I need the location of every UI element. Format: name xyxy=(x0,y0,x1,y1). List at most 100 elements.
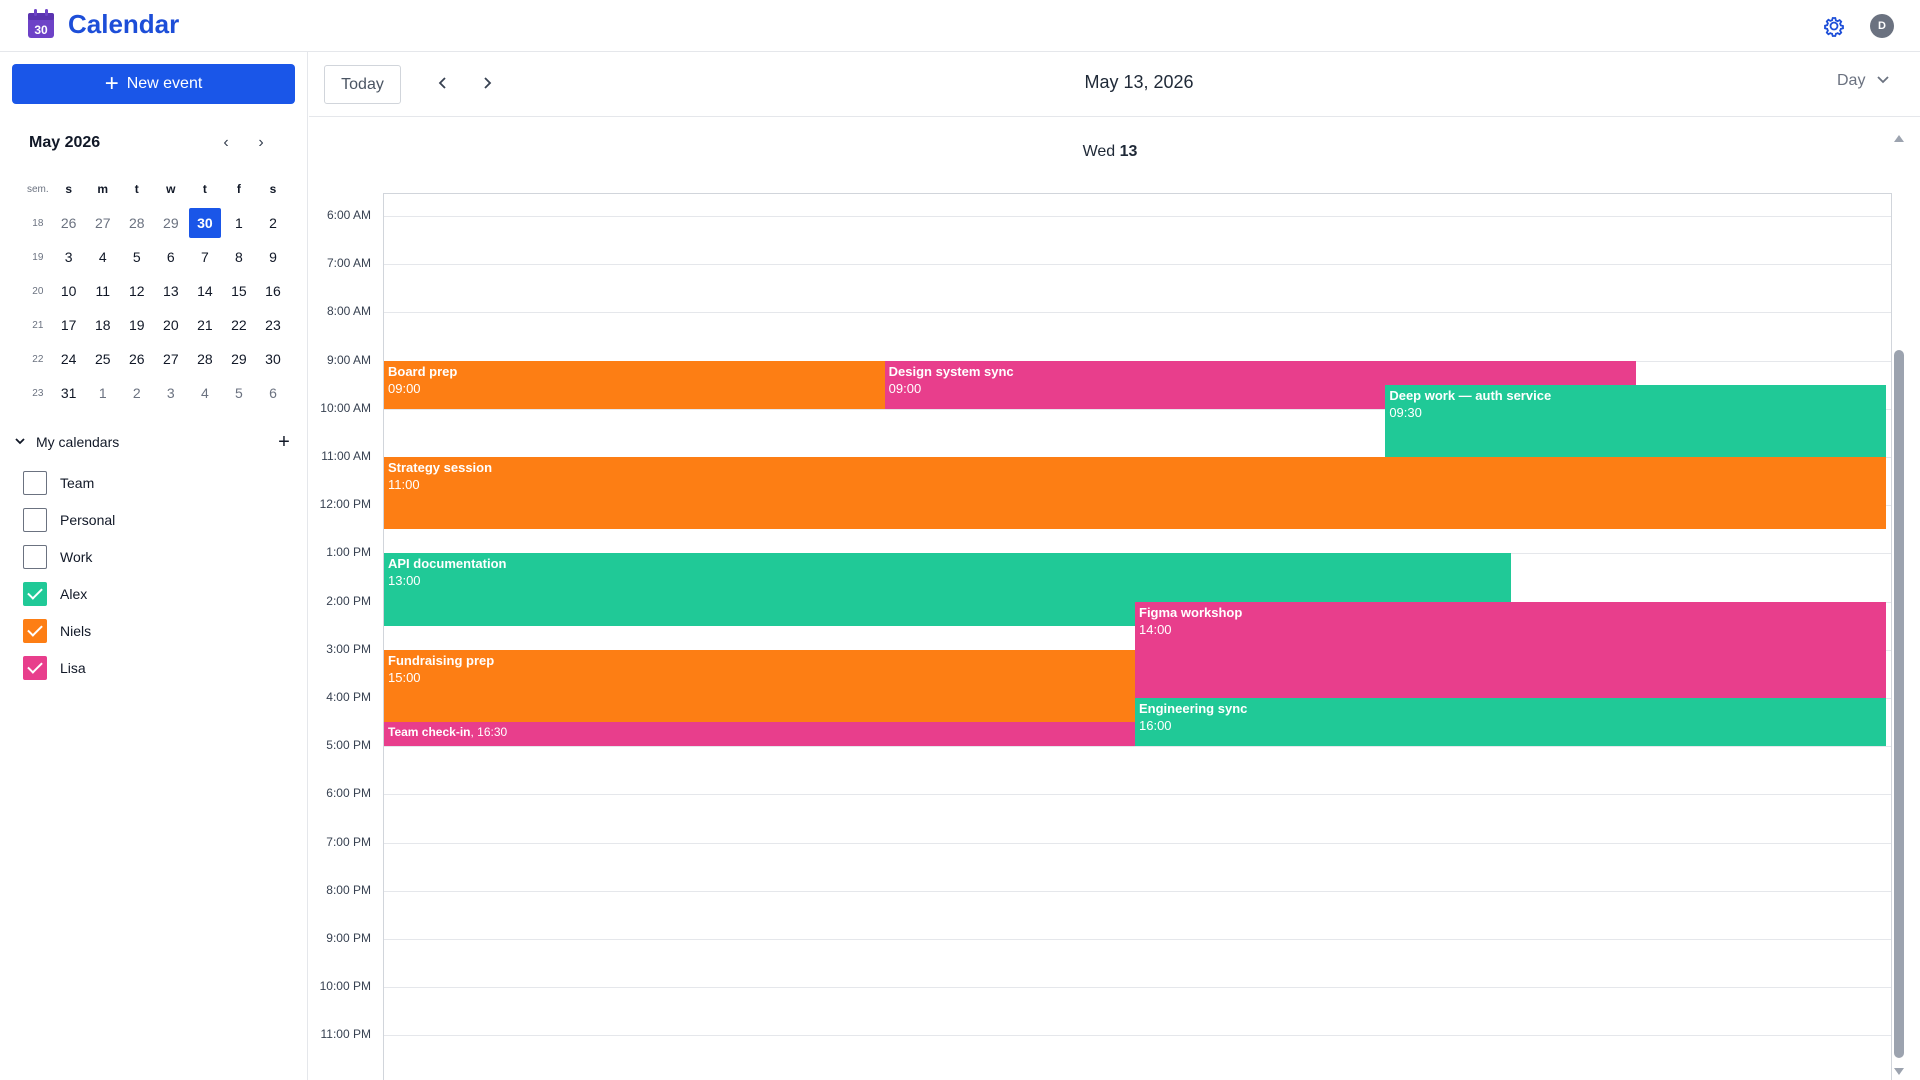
calendar-item-lisa[interactable]: Lisa xyxy=(14,649,294,686)
mini-calendar-day[interactable]: 5 xyxy=(120,240,154,274)
mini-calendar-next-icon[interactable]: › xyxy=(251,134,271,154)
mini-calendar-day[interactable]: 24 xyxy=(52,342,86,376)
mini-calendar-day[interactable]: 3 xyxy=(52,240,86,274)
mini-calendar-day[interactable]: 4 xyxy=(86,240,120,274)
calendar-checkbox[interactable] xyxy=(23,544,47,569)
mini-calendar-day[interactable]: 30 xyxy=(256,342,290,376)
calendar-item-work[interactable]: Work xyxy=(14,538,294,575)
calendar-checkbox[interactable] xyxy=(23,655,47,680)
mini-calendar-day[interactable]: 21 xyxy=(188,308,222,342)
mini-calendar-day[interactable]: 26 xyxy=(120,342,154,376)
week-number: 18 xyxy=(32,217,44,229)
event-block[interactable]: Figma workshop 14:00 xyxy=(1135,601,1886,698)
calendar-item-niels[interactable]: Niels xyxy=(14,612,294,649)
mini-calendar-day[interactable]: 6 xyxy=(256,376,290,410)
time-label: 7:00 PM xyxy=(326,834,371,849)
event-block[interactable]: Board prep 09:00 xyxy=(384,360,885,409)
event-block[interactable]: Fundraising prep 15:00 xyxy=(384,649,1135,723)
calendar-item-alex[interactable]: Alex xyxy=(14,575,294,612)
time-label: 6:00 AM xyxy=(326,208,371,222)
event-time: 09:00 xyxy=(388,380,421,396)
mini-calendar-day[interactable]: 19 xyxy=(120,308,154,342)
weekday-header: t xyxy=(134,182,139,196)
mini-calendar-day[interactable]: 4 xyxy=(188,376,222,410)
event-time: 11:00 xyxy=(388,477,420,492)
mini-calendar-day[interactable]: 22 xyxy=(222,308,256,342)
mini-calendar-day[interactable]: 16 xyxy=(256,274,290,308)
mini-calendar-day[interactable]: 9 xyxy=(256,240,290,274)
calendar-checkbox[interactable] xyxy=(23,470,47,495)
scrollbar-thumb[interactable] xyxy=(1894,350,1904,1058)
mini-calendar-day[interactable]: 11 xyxy=(86,274,120,308)
time-label: 7:00 AM xyxy=(326,256,371,271)
calendar-item-team[interactable]: Team xyxy=(14,464,294,501)
mini-calendar-day[interactable]: 12 xyxy=(120,274,154,308)
mini-calendar-day[interactable]: 7 xyxy=(188,240,222,274)
mini-calendar-day[interactable]: 8 xyxy=(222,240,256,274)
mini-calendar-day[interactable]: 15 xyxy=(222,274,256,308)
mini-calendar-day[interactable]: 2 xyxy=(256,206,290,240)
mini-calendar-day[interactable]: 6 xyxy=(154,240,188,274)
today-button[interactable]: Today xyxy=(324,65,401,104)
calendar-checkbox[interactable] xyxy=(23,581,47,606)
scroll-up-icon[interactable] xyxy=(1894,135,1904,142)
event-title: Board prep xyxy=(388,363,458,379)
mini-calendar-day[interactable]: 3 xyxy=(154,376,188,410)
mini-calendar-day[interactable]: 14 xyxy=(188,274,222,308)
mini-calendar-day[interactable]: 23 xyxy=(256,308,290,342)
event-block[interactable]: Strategy session 11:00 xyxy=(384,457,1886,530)
weekday-header: t xyxy=(202,182,207,196)
mini-calendar-day[interactable]: 28 xyxy=(120,206,154,240)
mini-calendar-day[interactable]: 2 xyxy=(120,376,154,410)
mini-calendar-day[interactable]: 26 xyxy=(52,206,86,240)
hour-line xyxy=(384,842,1891,844)
gear-icon[interactable] xyxy=(1822,14,1846,38)
mini-calendar-day[interactable]: 27 xyxy=(154,342,188,376)
mini-calendar-day[interactable]: 30 xyxy=(188,206,222,240)
next-day-icon[interactable] xyxy=(475,72,499,96)
mini-calendar-prev-icon[interactable]: ‹ xyxy=(216,134,236,154)
add-calendar-icon[interactable]: + xyxy=(274,431,294,454)
mini-calendar-day[interactable]: 29 xyxy=(154,206,188,240)
avatar[interactable]: D xyxy=(1870,14,1894,38)
calendar-name: Personal xyxy=(60,511,116,528)
event-time: 14:00 xyxy=(1139,621,1172,637)
time-label: 9:00 PM xyxy=(326,931,371,945)
event-block[interactable]: Engineering sync 16:00 xyxy=(1135,698,1886,747)
day-grid[interactable]: Board prep 09:00 Design system sync 09:00 De… xyxy=(383,193,1892,1080)
mini-calendar-day[interactable]: 10 xyxy=(52,274,86,308)
mini-calendar-day[interactable]: 17 xyxy=(52,308,86,342)
event-block[interactable]: Team check-in, 16:30 xyxy=(384,722,1135,747)
prev-day-icon[interactable] xyxy=(431,72,455,96)
mini-calendar-day[interactable]: 20 xyxy=(154,308,188,342)
my-calendars-section: My calendars + Team Personal Work Alex Niels… xyxy=(14,430,294,686)
mini-calendar-day[interactable]: 13 xyxy=(154,274,188,308)
logo-day: 30 xyxy=(34,23,48,37)
calendar-name: Work xyxy=(60,548,93,565)
mini-calendar-title: May 2026 xyxy=(29,134,101,151)
calendar-checkbox[interactable] xyxy=(23,618,47,643)
calendar-item-personal[interactable]: Personal xyxy=(14,501,294,538)
mini-calendar-day[interactable]: 28 xyxy=(188,342,222,376)
mini-calendar-day[interactable]: 1 xyxy=(86,376,120,410)
mini-calendar-day[interactable]: 27 xyxy=(86,206,120,240)
time-label: 8:00 PM xyxy=(326,882,371,897)
mini-calendar-day[interactable]: 31 xyxy=(52,376,86,410)
event-block[interactable]: Deep work — auth service 09:30 xyxy=(1385,384,1886,457)
event-title: Figma workshop xyxy=(1139,604,1243,620)
mini-calendar-day[interactable]: 1 xyxy=(222,206,256,240)
mini-calendar-day[interactable]: 18 xyxy=(86,308,120,342)
mini-calendar-day[interactable]: 5 xyxy=(222,376,256,410)
week-number: 23 xyxy=(32,387,44,399)
my-calendars-toggle[interactable]: My calendars + xyxy=(14,430,294,454)
calendar-checkbox[interactable] xyxy=(23,507,47,532)
event-title: API documentation xyxy=(388,556,507,572)
view-selector[interactable]: Day xyxy=(1837,72,1890,90)
event-time: 13:00 xyxy=(388,573,421,589)
mini-calendar-day[interactable]: 29 xyxy=(222,342,256,376)
new-event-button[interactable]: + New event xyxy=(12,64,295,104)
mini-calendar-day[interactable]: 25 xyxy=(86,342,120,376)
scroll-down-icon[interactable] xyxy=(1894,1068,1904,1075)
day-number: 13 xyxy=(1119,143,1138,160)
selected-day[interactable]: 30 xyxy=(188,208,221,238)
